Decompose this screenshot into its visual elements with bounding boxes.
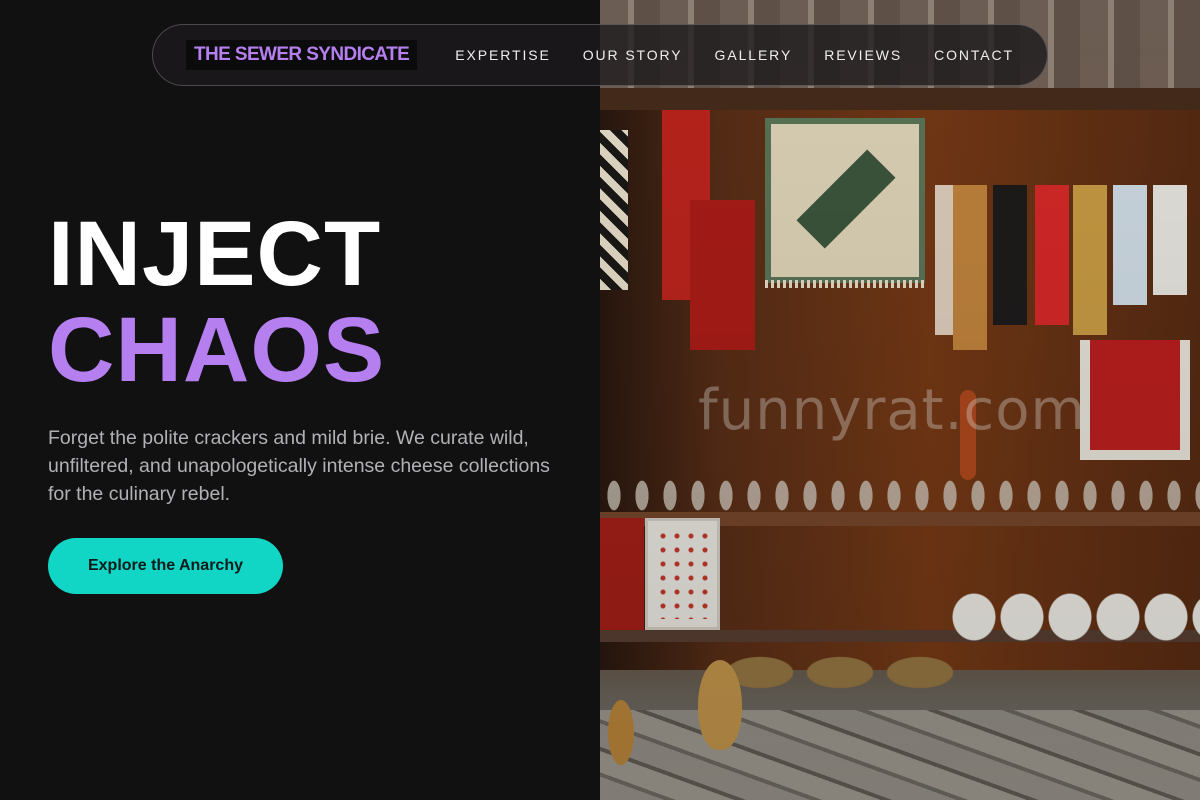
hero-description: Forget the polite crackers and mild brie… bbox=[48, 427, 550, 505]
explore-button[interactable]: Explore the Anarchy bbox=[48, 538, 283, 594]
hero-image: funnyrat.com bbox=[600, 0, 1200, 800]
brand-logo[interactable]: THE SEWER SYNDICATE bbox=[186, 40, 418, 70]
hero-title-line-2: CHAOS bbox=[48, 299, 386, 401]
nav-link-contact[interactable]: CONTACT bbox=[934, 47, 1014, 63]
nav-links: EXPERTISE OUR STORY GALLERY REVIEWS CONT… bbox=[455, 47, 1014, 63]
nav-link-reviews[interactable]: REVIEWS bbox=[824, 47, 902, 63]
nav-link-our-story[interactable]: OUR STORY bbox=[583, 47, 683, 63]
hero-title-line-1: INJECT bbox=[48, 203, 382, 305]
hero-title: INJECT CHAOS bbox=[48, 206, 385, 398]
watermark: funnyrat.com bbox=[698, 378, 1087, 443]
nav-link-expertise[interactable]: EXPERTISE bbox=[455, 47, 550, 63]
nav-link-gallery[interactable]: GALLERY bbox=[715, 47, 793, 63]
navbar: THE SEWER SYNDICATE EXPERTISE OUR STORY … bbox=[152, 24, 1048, 86]
